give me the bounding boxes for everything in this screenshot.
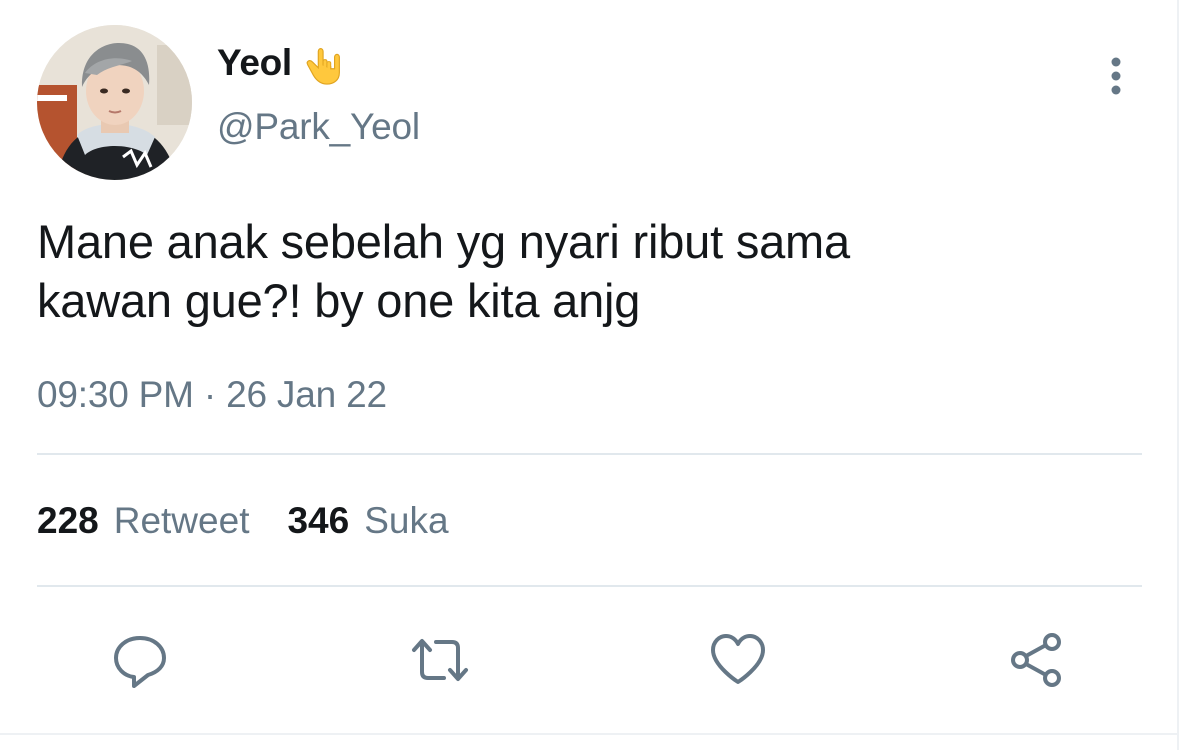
more-options-button[interactable] bbox=[1098, 52, 1134, 100]
profile-photo-icon bbox=[37, 25, 192, 180]
reply-button[interactable] bbox=[105, 625, 175, 695]
retweet-button[interactable] bbox=[405, 625, 475, 695]
reply-icon bbox=[114, 636, 166, 688]
tweet-time: 09:30 PM bbox=[37, 374, 194, 415]
tweet-timestamp: 09:30 PM · 26 Jan 22 bbox=[37, 374, 387, 416]
action-bar bbox=[0, 625, 1179, 695]
like-label: Suka bbox=[364, 500, 449, 541]
display-name[interactable]: Yeol bbox=[217, 42, 292, 84]
engagement-stats: 228 Retweet 346 Suka bbox=[37, 500, 449, 542]
share-icon bbox=[1011, 633, 1061, 687]
tweet-text-line: Mane anak sebelah yg nyari ribut sama bbox=[37, 215, 850, 268]
tweet-text-line: kawan gue?! by one kita anjg bbox=[37, 274, 641, 327]
tweet-detail: Yeol @Park_Yeol Mane anak sebelah yg nya… bbox=[0, 0, 1179, 750]
tweet-date: 26 Jan 22 bbox=[226, 374, 387, 415]
author-name-row[interactable]: Yeol bbox=[217, 40, 348, 86]
author-handle[interactable]: @Park_Yeol bbox=[217, 106, 420, 148]
separator-dot: · bbox=[203, 374, 216, 415]
like-stat[interactable]: 346 Suka bbox=[287, 500, 448, 542]
retweet-count: 228 bbox=[37, 500, 99, 541]
like-button[interactable] bbox=[703, 625, 773, 695]
more-vertical-icon bbox=[1111, 57, 1121, 95]
like-count: 346 bbox=[287, 500, 350, 541]
love-you-gesture-emoji-icon bbox=[306, 48, 340, 85]
bottom-divider bbox=[0, 733, 1179, 735]
tweet-text: Mane anak sebelah yg nyari ribut sama ka… bbox=[37, 212, 1137, 330]
share-button[interactable] bbox=[1002, 625, 1072, 695]
divider bbox=[37, 585, 1142, 587]
divider bbox=[37, 453, 1142, 455]
retweet-stat[interactable]: 228 Retweet bbox=[37, 500, 249, 542]
retweet-icon bbox=[412, 639, 468, 681]
retweet-label: Retweet bbox=[113, 500, 250, 541]
heart-icon bbox=[711, 634, 765, 684]
avatar[interactable] bbox=[37, 25, 192, 180]
